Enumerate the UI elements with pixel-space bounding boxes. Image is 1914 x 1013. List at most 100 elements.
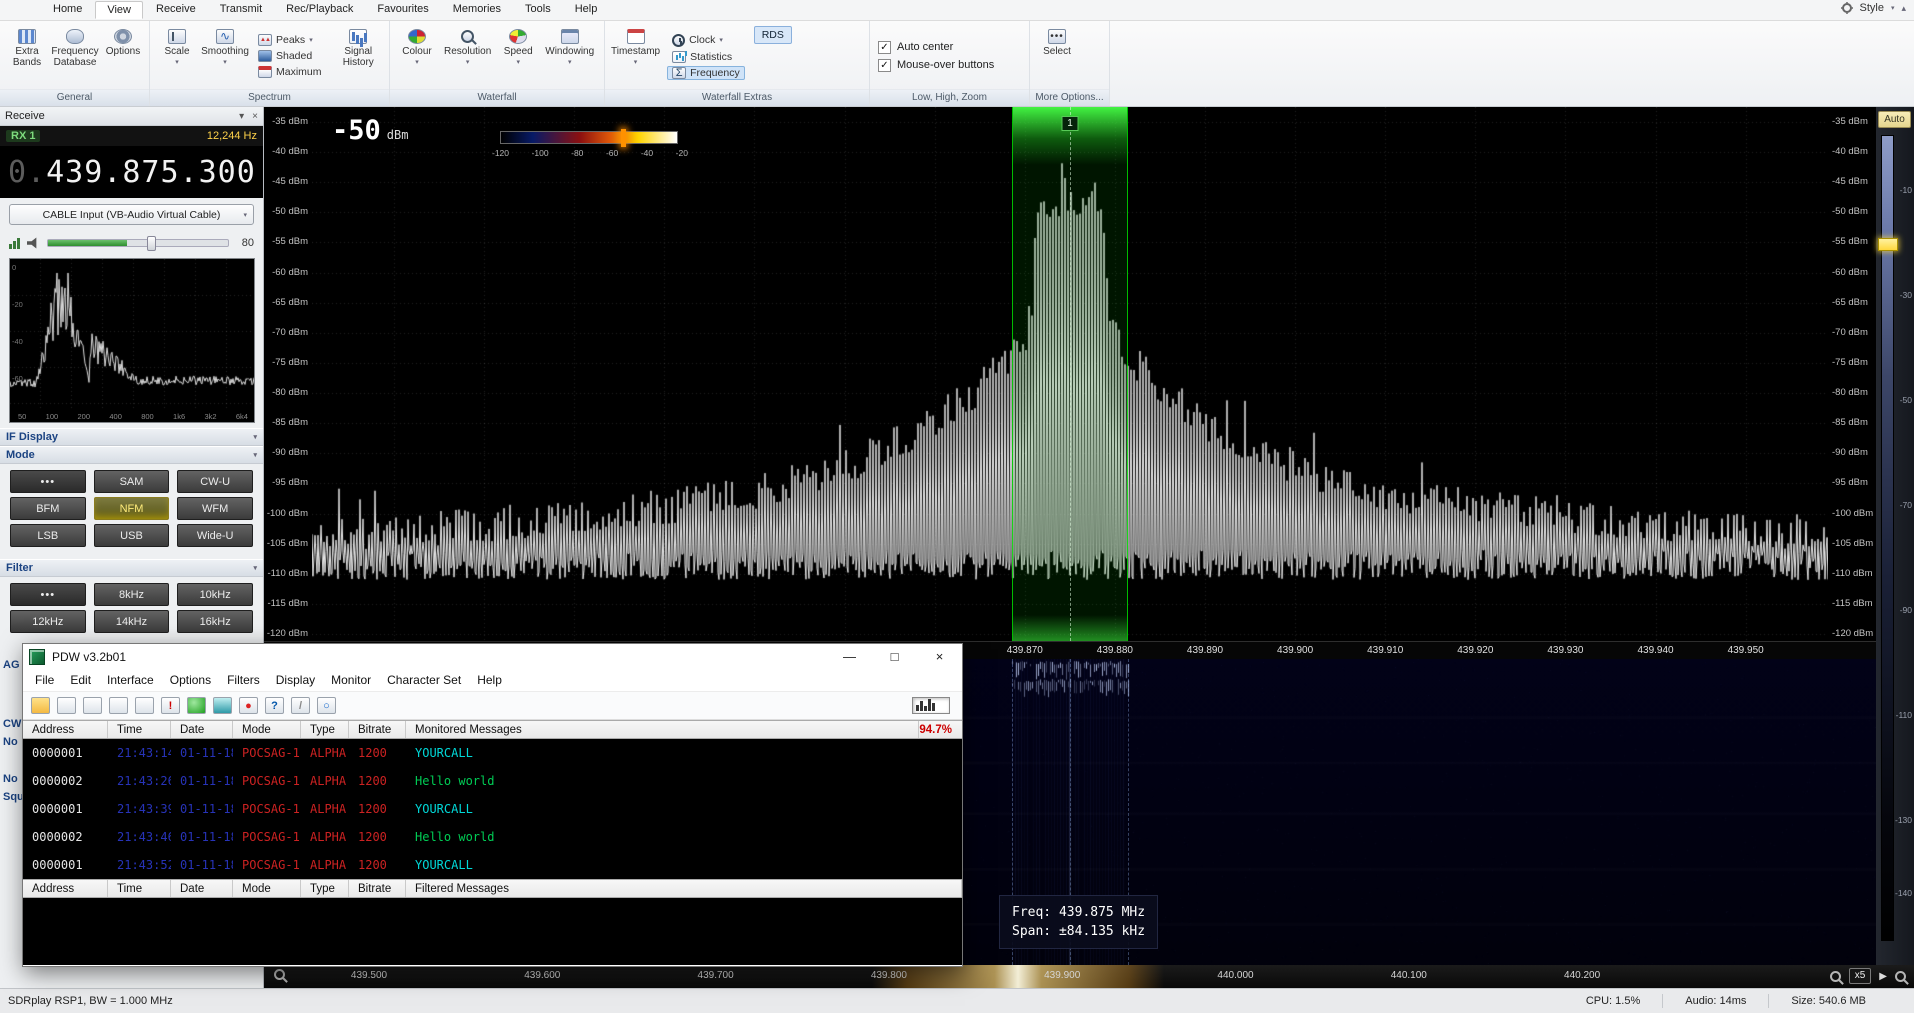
pdw-menu-file[interactable]: File	[27, 670, 62, 690]
smoothing-button[interactable]: Smoothing▾	[202, 24, 248, 88]
tuned-signal-region[interactable]: 1	[1012, 107, 1128, 641]
select-button[interactable]: Select	[1034, 24, 1080, 88]
filter-button-8khz[interactable]: 8kHz	[94, 583, 170, 606]
pdw-menu-character-set[interactable]: Character Set	[379, 670, 469, 690]
mode-button-wfm[interactable]: WFM	[177, 497, 253, 520]
print-icon[interactable]	[135, 697, 154, 714]
zoom-in-icon[interactable]	[1830, 971, 1841, 982]
colour-button[interactable]: Colour▾	[394, 24, 440, 88]
menu-tab-help[interactable]: Help	[564, 1, 609, 19]
section-header-mode[interactable]: Mode▾	[0, 446, 263, 464]
pdw-message-row[interactable]: 000000121:43:1401-11-18POCSAG-1ALPHA1200…	[23, 739, 962, 767]
filter-button-10khz[interactable]: 10kHz	[177, 583, 253, 606]
timestamp-button[interactable]: Timestamp▾	[609, 24, 662, 88]
pdw-message-row[interactable]: 000000121:43:3901-11-18POCSAG-1ALPHA1200…	[23, 795, 962, 823]
pdw-column-date[interactable]: Date	[171, 880, 233, 897]
checkbox-icon[interactable]	[878, 41, 891, 54]
pdw-column-monitored-messages[interactable]: Monitored Messages	[406, 721, 919, 738]
mode-button-sam[interactable]: SAM	[94, 470, 170, 493]
filter-button-16khz[interactable]: 16kHz	[177, 610, 253, 633]
audio-device-select[interactable]: CABLE Input (VB-Audio Virtual Cable) ▾	[9, 204, 254, 225]
menu-tab-home[interactable]: Home	[42, 1, 93, 19]
menu-tab-receive[interactable]: Receive	[145, 1, 207, 19]
menu-tab-tools[interactable]: Tools	[514, 1, 562, 19]
scale-button[interactable]: Scale▾	[154, 24, 200, 88]
open-icon[interactable]	[31, 697, 50, 714]
volume-slider-thumb[interactable]	[147, 236, 156, 251]
signal-marker-badge[interactable]: 1	[1062, 116, 1079, 131]
mode-button-lsb[interactable]: LSB	[10, 524, 86, 547]
windowing-button[interactable]: Windowing▾	[543, 24, 596, 88]
pdw-column-address[interactable]: Address	[23, 880, 108, 897]
mode-button-nfm[interactable]: NFM	[94, 497, 170, 520]
pdw-message-row[interactable]: 000000221:43:4601-11-18POCSAG-1ALPHA1200…	[23, 823, 962, 851]
spectrum-plot[interactable]: 1 -50 dBm -120-100-80-60-40-20	[312, 107, 1828, 641]
pdw-message-row[interactable]: 000000121:43:5201-11-18POCSAG-1ALPHA1200…	[23, 851, 962, 879]
extra-bands-button[interactable]: Extra Bands	[4, 24, 50, 88]
pdw-menu-display[interactable]: Display	[268, 670, 323, 690]
auto-range-button[interactable]: Auto	[1878, 111, 1911, 128]
section-header-filter[interactable]: Filter▾	[0, 559, 263, 577]
pdw-column-type[interactable]: Type	[301, 880, 349, 897]
pdw-message-row[interactable]: 000000221:43:2601-11-18POCSAG-1ALPHA1200…	[23, 767, 962, 795]
collapse-ribbon-icon[interactable]: ▴	[1901, 3, 1906, 14]
filter-button-more[interactable]: •••	[10, 583, 86, 606]
paste-icon[interactable]	[109, 697, 128, 714]
volume-slider[interactable]	[47, 239, 229, 247]
pdw-menu-options[interactable]: Options	[162, 670, 219, 690]
help-icon[interactable]: ?	[265, 697, 284, 714]
pdw-menu-edit[interactable]: Edit	[62, 670, 99, 690]
frequency-display[interactable]: 0.439.875.300	[0, 146, 263, 198]
pdw-menu-monitor[interactable]: Monitor	[323, 670, 379, 690]
maximize-icon[interactable]: □	[872, 645, 917, 669]
pdw-column-date[interactable]: Date	[171, 721, 233, 738]
record-icon[interactable]: ●	[239, 697, 258, 714]
zoom-region-highlight[interactable]	[872, 965, 1164, 988]
scroll-right-icon[interactable]: ▶	[1879, 971, 1887, 982]
pdw-column-time[interactable]: Time	[108, 880, 171, 897]
pdw-menu-interface[interactable]: Interface	[99, 670, 162, 690]
pdw-column-mode[interactable]: Mode	[233, 721, 301, 738]
pdw-column-time[interactable]: Time	[108, 721, 171, 738]
signal-history-button[interactable]: Signal History	[332, 24, 385, 88]
menu-tab-memories[interactable]: Memories	[442, 1, 512, 19]
filter-button-14khz[interactable]: 14kHz	[94, 610, 170, 633]
mode-button-usb[interactable]: USB	[94, 524, 170, 547]
clock-toggle[interactable]: Clock▾	[667, 33, 745, 48]
frequency-toggle[interactable]: Frequency	[667, 66, 745, 80]
options-button[interactable]: Options	[100, 24, 146, 88]
frequency-database-button[interactable]: Frequency Database	[52, 24, 98, 88]
speed-button[interactable]: Speed▾	[495, 24, 541, 88]
minimize-icon[interactable]: —	[827, 645, 872, 669]
menu-tab-view[interactable]: View	[95, 1, 143, 19]
mode-button-bfm[interactable]: BFM	[10, 497, 86, 520]
blocked-icon[interactable]: /	[291, 697, 310, 714]
mode-button-more[interactable]: •••	[10, 470, 86, 493]
waterfall-palette-bar[interactable]	[500, 131, 678, 144]
band-overview-scale[interactable]: x5 ▶ 439.500439.600439.700439.800439.900…	[264, 965, 1914, 988]
pdw-column-address[interactable]: Address	[23, 721, 108, 738]
audio-spectrum-panel[interactable]: 0-20-40-60 501002004008001k63k26k4	[9, 258, 255, 423]
mouse-over-buttons-checkbox-row[interactable]: Mouse-over buttons	[878, 59, 994, 72]
pdw-menu-help[interactable]: Help	[469, 670, 510, 690]
range-slider-track[interactable]	[1881, 135, 1894, 941]
magnifier-icon[interactable]	[1895, 971, 1906, 982]
online-icon[interactable]	[187, 697, 206, 714]
section-header-if-display[interactable]: IF Display▾	[0, 428, 263, 446]
speaker-icon[interactable]	[27, 237, 40, 249]
pdw-column-bitrate[interactable]: Bitrate	[349, 880, 406, 897]
menu-tab-transmit[interactable]: Transmit	[209, 1, 273, 19]
zoom-out-icon[interactable]	[274, 969, 285, 980]
menu-tab-rec-playback[interactable]: Rec/Playback	[275, 1, 364, 19]
range-slider-handle[interactable]	[1878, 238, 1898, 251]
zoom-factor-badge[interactable]: x5	[1849, 968, 1872, 984]
mode-button-wide-u[interactable]: Wide-U	[177, 524, 253, 547]
pdw-title-bar[interactable]: PDW v3.2b01 —□×	[23, 644, 962, 669]
maximum-toggle[interactable]: Maximum	[253, 65, 327, 79]
pdw-column-mode[interactable]: Mode	[233, 880, 301, 897]
checkbox-icon[interactable]	[878, 59, 891, 72]
screen-icon[interactable]	[213, 697, 232, 714]
shaded-toggle[interactable]: Shaded	[253, 49, 327, 63]
statistics-toggle[interactable]: Statistics	[667, 50, 745, 64]
pdw-window[interactable]: PDW v3.2b01 —□× FileEditInterfaceOptions…	[22, 643, 963, 967]
